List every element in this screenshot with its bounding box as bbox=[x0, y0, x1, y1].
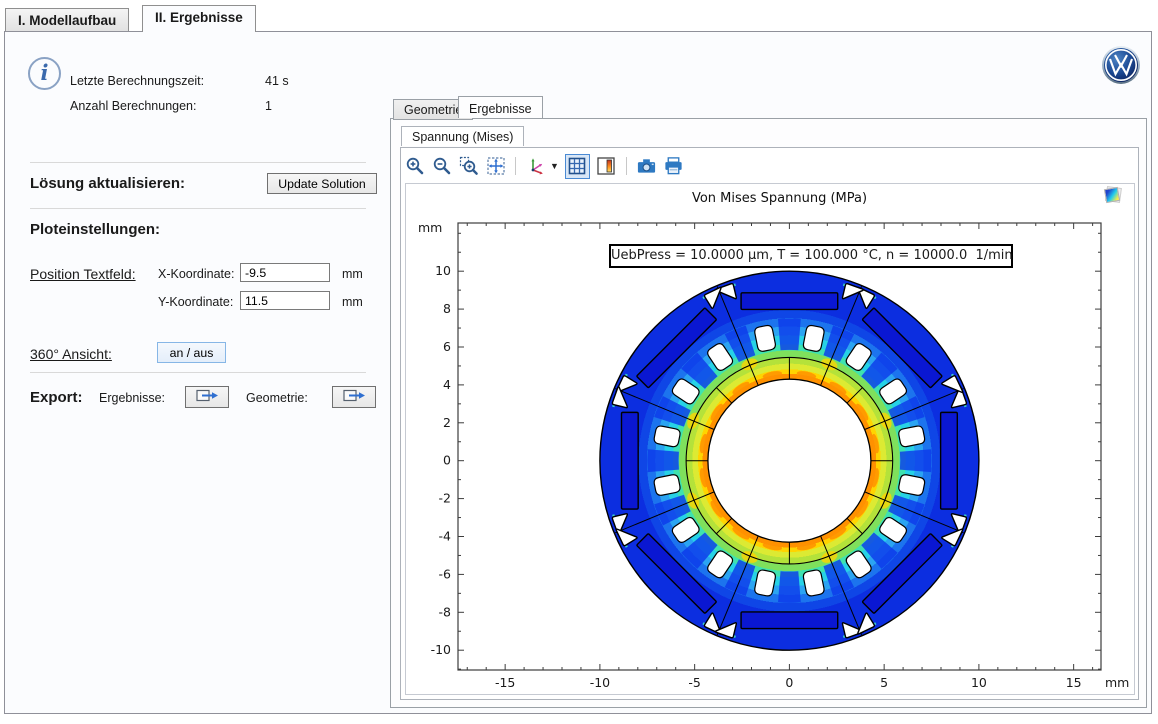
view-axes-icon[interactable] bbox=[525, 156, 546, 177]
color-legend-icon[interactable] bbox=[596, 156, 617, 177]
cooling-hole bbox=[899, 426, 925, 447]
grid-icon[interactable] bbox=[565, 154, 590, 179]
position-textfield-label: Position Textfeld: bbox=[30, 266, 136, 282]
toolbar-separator bbox=[626, 157, 627, 175]
export-geometry-button[interactable] bbox=[332, 386, 376, 408]
y-tick-label: -2 bbox=[439, 491, 451, 506]
plot-toolbar: ▼ bbox=[404, 152, 684, 180]
tab-spannung-mises[interactable]: Spannung (Mises) bbox=[401, 126, 524, 146]
last-computation-value: 41 s bbox=[265, 74, 289, 88]
x-tick-label: -5 bbox=[688, 675, 700, 690]
view-360-label: 360° Ansicht: bbox=[30, 346, 112, 362]
tab-ergebnisse[interactable]: II. Ergebnisse bbox=[142, 5, 256, 32]
snapshot-icon[interactable] bbox=[636, 156, 657, 177]
cooling-hole bbox=[899, 475, 925, 496]
y-tick-label: -10 bbox=[431, 642, 451, 657]
magnet-slot bbox=[622, 412, 639, 509]
tab-ergebnisse-inner[interactable]: Ergebnisse bbox=[458, 96, 543, 118]
tab-modellaufbau[interactable]: I. Modellaufbau bbox=[5, 8, 129, 32]
y-tick-label: 10 bbox=[435, 263, 451, 278]
plot-canvas[interactable]: Von Mises Spannung (MPa) -15 -10 -5 0 5 10 15 1… bbox=[405, 183, 1135, 695]
y-tick-label: -6 bbox=[439, 566, 452, 581]
y-tick-label: 6 bbox=[443, 339, 451, 354]
cooling-hole bbox=[755, 325, 776, 351]
export-results-button[interactable] bbox=[185, 386, 229, 408]
update-solution-button[interactable]: Update Solution bbox=[267, 173, 377, 194]
magnet-slot bbox=[741, 612, 838, 629]
x-tick-label: 10 bbox=[971, 675, 987, 690]
contour-wedge bbox=[778, 319, 801, 351]
contour-wedge bbox=[647, 449, 679, 472]
cooling-hole bbox=[654, 426, 680, 447]
y-coordinate-input[interactable] bbox=[240, 291, 330, 310]
x-tick-label: -15 bbox=[495, 675, 515, 690]
cooling-hole bbox=[755, 570, 776, 596]
zoom-extents-icon[interactable] bbox=[485, 156, 506, 177]
plot-title: Von Mises Spannung (MPa) bbox=[458, 191, 1101, 206]
x-tick-label: 0 bbox=[785, 675, 793, 690]
x-tick-label: 5 bbox=[880, 675, 888, 690]
y-tick-label: 8 bbox=[443, 301, 451, 316]
zoom-out-icon[interactable] bbox=[431, 156, 452, 177]
x-tick-label: -10 bbox=[590, 675, 610, 690]
shaft-bore bbox=[708, 379, 871, 542]
divider bbox=[30, 372, 366, 373]
plot-annotation: UebPress = 10.0000 µm, T = 100.000 °C, n… bbox=[609, 244, 1013, 268]
magnet-slot bbox=[741, 293, 838, 310]
cooling-hole bbox=[654, 475, 680, 496]
toolbar-separator bbox=[515, 157, 516, 175]
info-icon: i bbox=[28, 57, 61, 90]
y-tick-label: 0 bbox=[443, 453, 451, 468]
zoom-box-icon[interactable] bbox=[458, 156, 479, 177]
x-coordinate-unit: mm bbox=[342, 267, 363, 281]
y-axis-unit: mm bbox=[418, 220, 442, 235]
export-results-label: Ergebnisse: bbox=[99, 391, 165, 405]
divider bbox=[30, 162, 366, 163]
x-tick-label: 15 bbox=[1066, 675, 1082, 690]
export-icon bbox=[342, 388, 366, 403]
plot-settings-heading: Ploteinstellungen: bbox=[30, 221, 160, 238]
y-coordinate-unit: mm bbox=[342, 295, 363, 309]
contour-wedge bbox=[900, 449, 932, 472]
view-360-toggle-button[interactable]: an / aus bbox=[157, 342, 226, 363]
export-heading: Export: bbox=[30, 389, 83, 406]
application-window: I. Modellaufbau II. Ergebnisse i Letzte … bbox=[0, 0, 1158, 724]
y-tick-label: 2 bbox=[443, 415, 451, 430]
magnet-slot bbox=[941, 412, 958, 509]
plot-thumbnail-icon[interactable] bbox=[1104, 186, 1120, 202]
x-coordinate-input[interactable] bbox=[240, 263, 330, 282]
export-geometry-label: Geometrie: bbox=[246, 391, 308, 405]
update-solution-label: Lösung aktualisieren: bbox=[30, 175, 185, 192]
view-dropdown-caret[interactable]: ▼ bbox=[550, 161, 559, 171]
x-axis-unit: mm bbox=[1105, 675, 1129, 690]
cooling-hole bbox=[803, 325, 824, 351]
computation-count-label: Anzahl Berechnungen: bbox=[70, 99, 196, 113]
zoom-in-icon[interactable] bbox=[404, 156, 425, 177]
contour-wedge bbox=[778, 571, 801, 603]
export-icon bbox=[195, 388, 219, 403]
computation-count-value: 1 bbox=[265, 99, 272, 113]
y-tick-label: 4 bbox=[443, 377, 451, 392]
vw-logo bbox=[1101, 45, 1141, 85]
y-coordinate-label: Y-Koordinate: bbox=[158, 295, 233, 309]
y-tick-label: -4 bbox=[439, 529, 452, 544]
print-icon[interactable] bbox=[663, 156, 684, 177]
x-coordinate-label: X-Koordinate: bbox=[158, 267, 234, 281]
last-computation-label: Letzte Berechnungszeit: bbox=[70, 74, 204, 88]
cooling-hole bbox=[803, 570, 824, 596]
y-tick-label: -8 bbox=[439, 604, 452, 619]
divider bbox=[30, 208, 366, 209]
